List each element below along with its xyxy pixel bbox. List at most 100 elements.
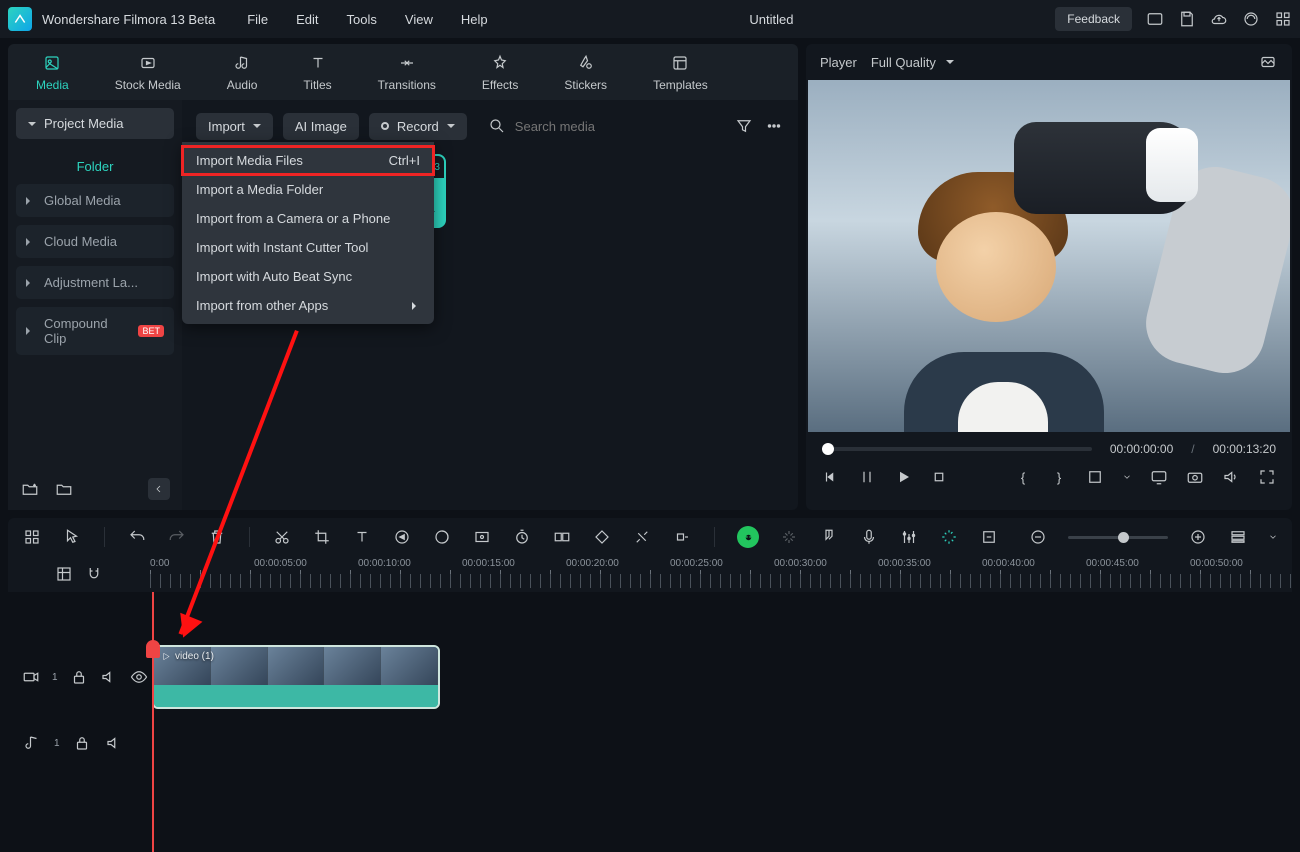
seek-handle[interactable]	[822, 443, 834, 455]
tl-mic-icon[interactable]	[859, 527, 879, 547]
fullscreen-icon[interactable]	[1258, 468, 1276, 486]
brace-close-icon[interactable]: }	[1050, 468, 1068, 486]
mute-icon[interactable]	[104, 733, 124, 753]
search-icon[interactable]	[487, 116, 507, 136]
folder-icon[interactable]	[54, 479, 74, 499]
preview-canvas[interactable]	[808, 80, 1290, 432]
menu-file[interactable]: File	[247, 12, 268, 27]
ratio-icon[interactable]	[1086, 468, 1104, 486]
import-instant-cutter[interactable]: Import with Instant Cutter Tool	[182, 233, 434, 262]
tab-stock-media[interactable]: Stock Media	[115, 52, 181, 92]
mute-icon[interactable]	[100, 667, 118, 687]
visibility-icon[interactable]	[130, 667, 148, 687]
folder-link[interactable]: Folder	[16, 149, 174, 184]
titles-icon	[307, 52, 329, 74]
new-folder-icon[interactable]	[20, 479, 40, 499]
seek-bar[interactable]	[822, 447, 1092, 451]
tl-templates-icon[interactable]	[22, 527, 42, 547]
import-button[interactable]: Import	[196, 113, 273, 140]
collapse-sidebar-icon[interactable]	[148, 478, 170, 500]
play-icon[interactable]	[894, 468, 912, 486]
tl-color-icon[interactable]	[432, 527, 452, 547]
play-pause-icon[interactable]	[858, 468, 876, 486]
prev-frame-icon[interactable]	[822, 468, 840, 486]
import-camera-phone[interactable]: Import from a Camera or a Phone	[182, 204, 434, 233]
grid-icon[interactable]	[1274, 10, 1292, 28]
sidebar-global-media[interactable]: Global Media	[16, 184, 174, 217]
lock-icon[interactable]	[70, 667, 88, 687]
tl-keyframe-icon[interactable]	[592, 527, 612, 547]
filter-icon[interactable]	[734, 116, 754, 136]
stop-icon[interactable]	[930, 468, 948, 486]
tab-effects[interactable]: Effects	[482, 52, 518, 92]
import-auto-beat-sync[interactable]: Import with Auto Beat Sync	[182, 262, 434, 291]
tl-text-icon[interactable]	[352, 527, 372, 547]
tab-templates[interactable]: Templates	[653, 52, 708, 92]
menu-help[interactable]: Help	[461, 12, 488, 27]
tab-audio[interactable]: Audio	[227, 52, 258, 92]
timeline-clip[interactable]: video (1)	[152, 645, 440, 709]
chevron-down-icon[interactable]	[1122, 468, 1132, 486]
tab-stickers[interactable]: Stickers	[564, 52, 607, 92]
more-icon[interactable]	[764, 116, 784, 136]
tl-sparkle-icon[interactable]	[779, 527, 799, 547]
tl-cut-icon[interactable]	[272, 527, 292, 547]
project-media-header[interactable]: Project Media	[16, 108, 174, 139]
track-header-layout-icon[interactable]	[54, 564, 74, 584]
tl-ai-button[interactable]	[737, 526, 759, 548]
layout-icon[interactable]	[1146, 10, 1164, 28]
tl-speed-reverse-icon[interactable]	[392, 527, 412, 547]
tl-timer-icon[interactable]	[512, 527, 532, 547]
tab-media[interactable]: Media	[36, 52, 69, 92]
tl-group-icon[interactable]	[552, 527, 572, 547]
feedback-button[interactable]: Feedback	[1055, 7, 1132, 31]
record-button[interactable]: Record	[369, 113, 467, 140]
playhead[interactable]	[152, 592, 154, 852]
zoom-in-icon[interactable]	[1188, 527, 1208, 547]
ruler-tick-label: 00:00:35:00	[878, 558, 931, 569]
tl-delete-icon[interactable]	[207, 527, 227, 547]
timeline-ruler[interactable]: 0:0000:00:05:0000:00:10:0000:00:15:0000:…	[150, 556, 1292, 592]
support-icon[interactable]	[1242, 10, 1260, 28]
import-other-apps[interactable]: Import from other Apps	[182, 291, 434, 320]
sidebar-compound-clip[interactable]: Compound ClipBET	[16, 307, 174, 355]
chevron-down-icon[interactable]	[1268, 527, 1278, 547]
zoom-handle[interactable]	[1118, 532, 1129, 543]
menu-edit[interactable]: Edit	[296, 12, 318, 27]
magnet-icon[interactable]	[84, 564, 104, 584]
volume-icon[interactable]	[1222, 468, 1240, 486]
display-icon[interactable]	[1150, 468, 1168, 486]
search-media-input[interactable]	[515, 119, 724, 134]
tl-render-icon[interactable]	[939, 527, 959, 547]
save-icon[interactable]	[1178, 10, 1196, 28]
tab-transitions[interactable]: Transitions	[378, 52, 436, 92]
import-media-files[interactable]: Import Media FilesCtrl+I	[182, 146, 434, 175]
import-media-folder[interactable]: Import a Media Folder	[182, 175, 434, 204]
tl-marker-icon[interactable]	[819, 527, 839, 547]
tl-adjust-icon[interactable]	[979, 527, 999, 547]
tl-redo-icon[interactable]	[167, 527, 187, 547]
menu-view[interactable]: View	[405, 12, 433, 27]
quality-selector[interactable]: Full Quality	[871, 55, 954, 70]
zoom-slider[interactable]	[1068, 536, 1168, 539]
brace-open-icon[interactable]: {	[1014, 468, 1032, 486]
tab-titles[interactable]: Titles	[303, 52, 331, 92]
ai-image-button[interactable]: AI Image	[283, 113, 359, 140]
track-view-icon[interactable]	[1228, 527, 1248, 547]
tl-expand-icon[interactable]	[672, 527, 692, 547]
tl-crop-icon[interactable]	[312, 527, 332, 547]
media-panel: Media Stock Media Audio Titles Transitio…	[8, 44, 798, 510]
tl-rect-icon[interactable]	[472, 527, 492, 547]
cloud-upload-icon[interactable]	[1210, 10, 1228, 28]
snapshot-option-icon[interactable]	[1258, 52, 1278, 72]
menu-tools[interactable]: Tools	[347, 12, 377, 27]
tl-unlink-icon[interactable]	[632, 527, 652, 547]
zoom-out-icon[interactable]	[1028, 527, 1048, 547]
camera-icon[interactable]	[1186, 468, 1204, 486]
lock-icon[interactable]	[72, 733, 92, 753]
tl-audio-mixer-icon[interactable]	[899, 527, 919, 547]
tl-pointer-icon[interactable]	[62, 527, 82, 547]
tl-undo-icon[interactable]	[127, 527, 147, 547]
sidebar-adjustment-layers[interactable]: Adjustment La...	[16, 266, 174, 299]
sidebar-cloud-media[interactable]: Cloud Media	[16, 225, 174, 258]
